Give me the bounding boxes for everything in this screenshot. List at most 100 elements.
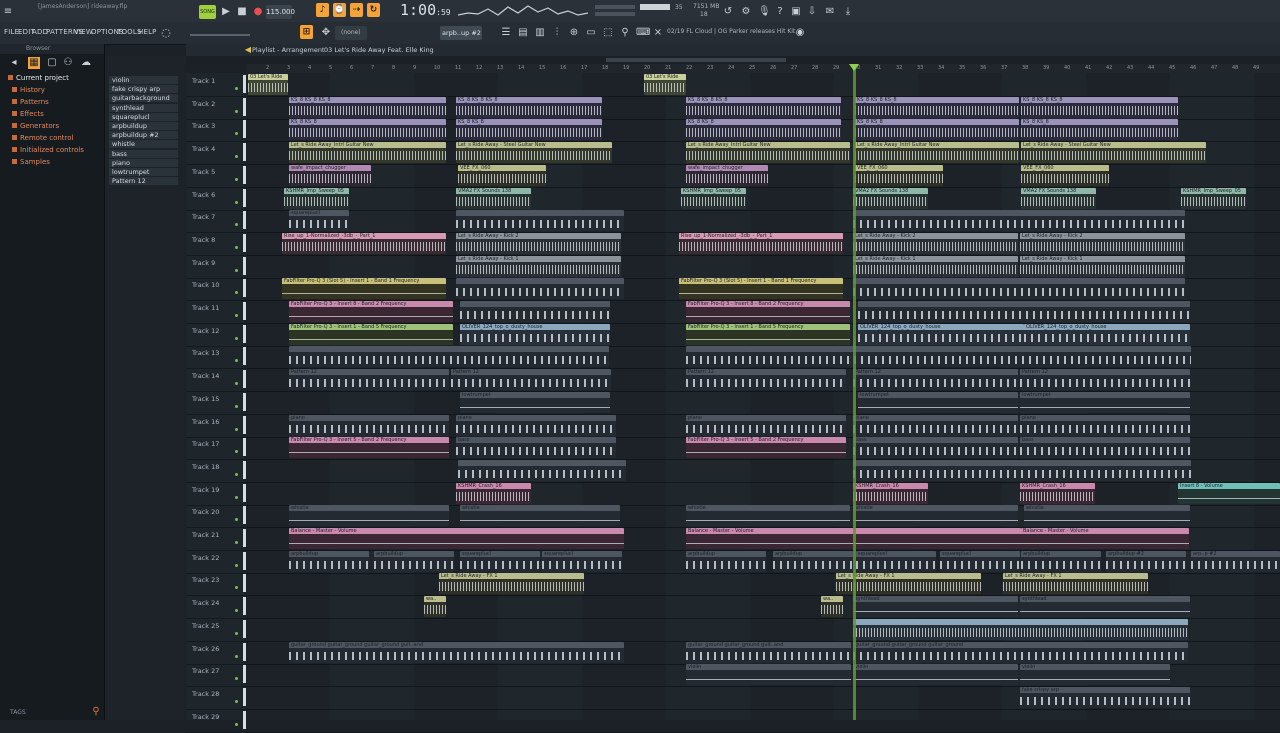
playlist-clip[interactable]: violin (1020, 664, 1170, 686)
playlist-clip[interactable]: whistle (460, 505, 620, 527)
track-header[interactable]: Track 15 (186, 391, 246, 415)
mute-indicator[interactable] (235, 291, 238, 295)
track-lane[interactable]: piano piano piano piano piano (246, 414, 1280, 438)
playlist-clip[interactable]: wa.. (821, 596, 843, 618)
mute-indicator[interactable] (235, 177, 238, 181)
track-lane[interactable]: wa.. wa.. synthlead synthlead (246, 595, 1280, 620)
track-lane[interactable]: FabFilter Pro-Q 3 - Insert 1 - Band 5 Fr… (246, 323, 1280, 347)
track-lane[interactable]: Balance - Master - Volume Balance - Maste… (246, 527, 1280, 551)
playlist-clip[interactable]: lowtrumpet (1020, 391, 1190, 413)
mute-indicator[interactable] (235, 427, 238, 431)
playlist-clip[interactable] (853, 210, 1185, 232)
playlist-clip[interactable]: KS_8 KS_8 KS_8 (456, 96, 602, 118)
mute-indicator[interactable] (235, 586, 238, 590)
news-icon[interactable]: ◉ (794, 27, 806, 39)
track-lane[interactable]: 03 Let's Ride 03 Let's Ride (246, 73, 1280, 97)
mute-indicator[interactable] (235, 200, 238, 204)
playlist-clip[interactable]: VEE_FX_060 (855, 164, 943, 186)
channel-item[interactable]: whistle (109, 140, 178, 149)
track-lane[interactable]: Rise_up_1-Normalized_-3db_-_Part_1 Let_s … (246, 232, 1280, 256)
download-icon[interactable]: ⤓ (842, 6, 854, 18)
playlist-clip[interactable]: KSHMR_Imp_Sweep_05 (1181, 187, 1246, 209)
mute-indicator[interactable] (235, 359, 238, 363)
playlist-clip[interactable]: lowtrumpet (858, 391, 1018, 413)
news-ticker[interactable]: 02/19 FL Cloud | OG Parker releases Hit … (667, 28, 795, 35)
playlist-clip[interactable]: FabFilter Pro-Q 3 - Insert 8 - Band 2 Fr… (289, 301, 453, 322)
playlist-clip[interactable]: KSHMR_Imp_Sweep_05 (681, 187, 746, 209)
mute-indicator[interactable] (235, 541, 238, 544)
playlist-clip[interactable]: VEE_FX_060 (1021, 164, 1109, 186)
browser-item-samples[interactable]: Samples (12, 158, 50, 166)
mute-indicator[interactable] (235, 336, 238, 340)
search-icon[interactable]: ⚲ (90, 706, 102, 718)
playlist-clip[interactable]: Balance - Master - Volume (289, 528, 624, 549)
browser-tags[interactable]: TAGS (10, 709, 26, 716)
browser-all-icon[interactable]: ▦ (28, 57, 40, 69)
track-header[interactable]: Track 1 (186, 73, 246, 97)
track-lane[interactable]: KSHMR_Crash_16 KSHMR_Crash_16 KSHMR_Crash_… (246, 482, 1280, 506)
playlist-clip[interactable]: squareplucl (542, 550, 622, 572)
playlist-clip[interactable]: KS_8 KS_8 KS_8 (855, 96, 1019, 118)
playlist-clip[interactable]: bass (1020, 437, 1190, 459)
track-header[interactable]: Track 17 (186, 436, 246, 461)
mute-indicator[interactable] (235, 155, 238, 159)
chat-icon[interactable]: ✉ (824, 6, 836, 18)
track-lane[interactable]: squareplucl (246, 209, 1280, 234)
playlist-clip[interactable]: Let_s Ride Away - Kick 1 (456, 255, 621, 277)
menu-icon[interactable]: ≡ (2, 6, 14, 18)
playlist-clip[interactable]: Let_s Ride Away - FX 1 (439, 573, 584, 595)
browser-item-remote-control[interactable]: Remote control (12, 134, 74, 142)
track-lane[interactable] (246, 618, 1280, 642)
track-header[interactable]: Track 2 (186, 96, 246, 120)
playlist-clip[interactable] (858, 301, 1190, 322)
browser-item-current-project[interactable]: Current project (8, 74, 69, 82)
playlist-clip[interactable]: whistle (289, 505, 449, 527)
track-header[interactable]: Track 18 (186, 459, 246, 483)
plugin-db-icon[interactable]: ⬚ (602, 27, 614, 39)
channel-item[interactable]: violin (109, 76, 178, 84)
playlist-clip[interactable]: fake crispy arp (1020, 686, 1190, 708)
playlist-clip[interactable]: arpbuildup (289, 550, 369, 572)
track-header[interactable]: Track 14 (186, 368, 246, 393)
playlist-clip[interactable] (686, 346, 1191, 368)
playlist-clip[interactable] (853, 618, 1188, 640)
mute-indicator[interactable] (235, 109, 238, 113)
track-header[interactable]: Track 12 (186, 323, 246, 347)
channel-item[interactable]: squareplucl (109, 112, 178, 121)
playhead[interactable] (853, 64, 856, 720)
playlist-clip[interactable]: OLIVER_124_top_o_dusty_house (858, 323, 1024, 345)
playlist-clip[interactable] (456, 210, 624, 232)
playlist-clip[interactable]: KSHMR_Imp_Sweep_05 (284, 187, 349, 209)
mute-indicator[interactable] (235, 563, 238, 567)
track-lane[interactable]: guitar_ground guitar_ground guitar_groun… (246, 641, 1280, 665)
channel-item[interactable]: synthlead (109, 103, 178, 112)
mute-indicator[interactable] (235, 677, 238, 681)
playlist-clip[interactable]: violin (853, 664, 1018, 686)
track-header[interactable]: Track 7 (186, 209, 246, 234)
playlist-clip[interactable] (289, 346, 609, 368)
track-lane[interactable]: FabFilter Pro-Q 3 - Insert 5 - Band 2 Fr… (246, 436, 1280, 461)
playlist-clip[interactable]: Pattern 12 (853, 369, 1018, 391)
playlist-clip[interactable] (853, 278, 1185, 300)
playlist-clip[interactable]: VEE_FX_060 (458, 164, 546, 186)
playlist-clip[interactable]: Insert 8 - Volume (1178, 482, 1280, 504)
track-header[interactable]: Track 25 (186, 618, 246, 642)
playlist-clip[interactable]: guitar_ground guitar_ground guit..and (686, 641, 851, 663)
track-header[interactable]: Track 11 (186, 300, 246, 324)
playlist-clip[interactable]: Let_s Ride Away - Steel Guitar New (456, 142, 612, 164)
channel-item[interactable]: bass (109, 149, 178, 158)
channel-item[interactable]: lowtrumpet (109, 168, 178, 176)
playlist-clip[interactable]: Let_s Ride Away - Kick 2 (1020, 232, 1185, 254)
mute-indicator[interactable] (235, 314, 238, 317)
playlist-clip[interactable]: KS_8 KS_8 KS_8 (1021, 96, 1178, 118)
playlist-clip[interactable]: KS_8 KS_8 (289, 119, 446, 141)
track-header[interactable]: Track 6 (186, 187, 246, 211)
playlist-clip[interactable]: bass (853, 437, 1018, 459)
playlist-clip[interactable]: wafe_impact_chugger (686, 164, 768, 186)
playlist-clip[interactable]: Balance - Master - Volume (1021, 528, 1189, 549)
playlist-clip[interactable]: Let_s Ride Away - Kick 2 (456, 232, 621, 254)
track-lane[interactable]: fake crispy arp (246, 686, 1280, 710)
track-header[interactable]: Track 4 (186, 141, 246, 166)
mute-indicator[interactable] (235, 609, 238, 613)
mute-indicator[interactable] (235, 518, 238, 522)
